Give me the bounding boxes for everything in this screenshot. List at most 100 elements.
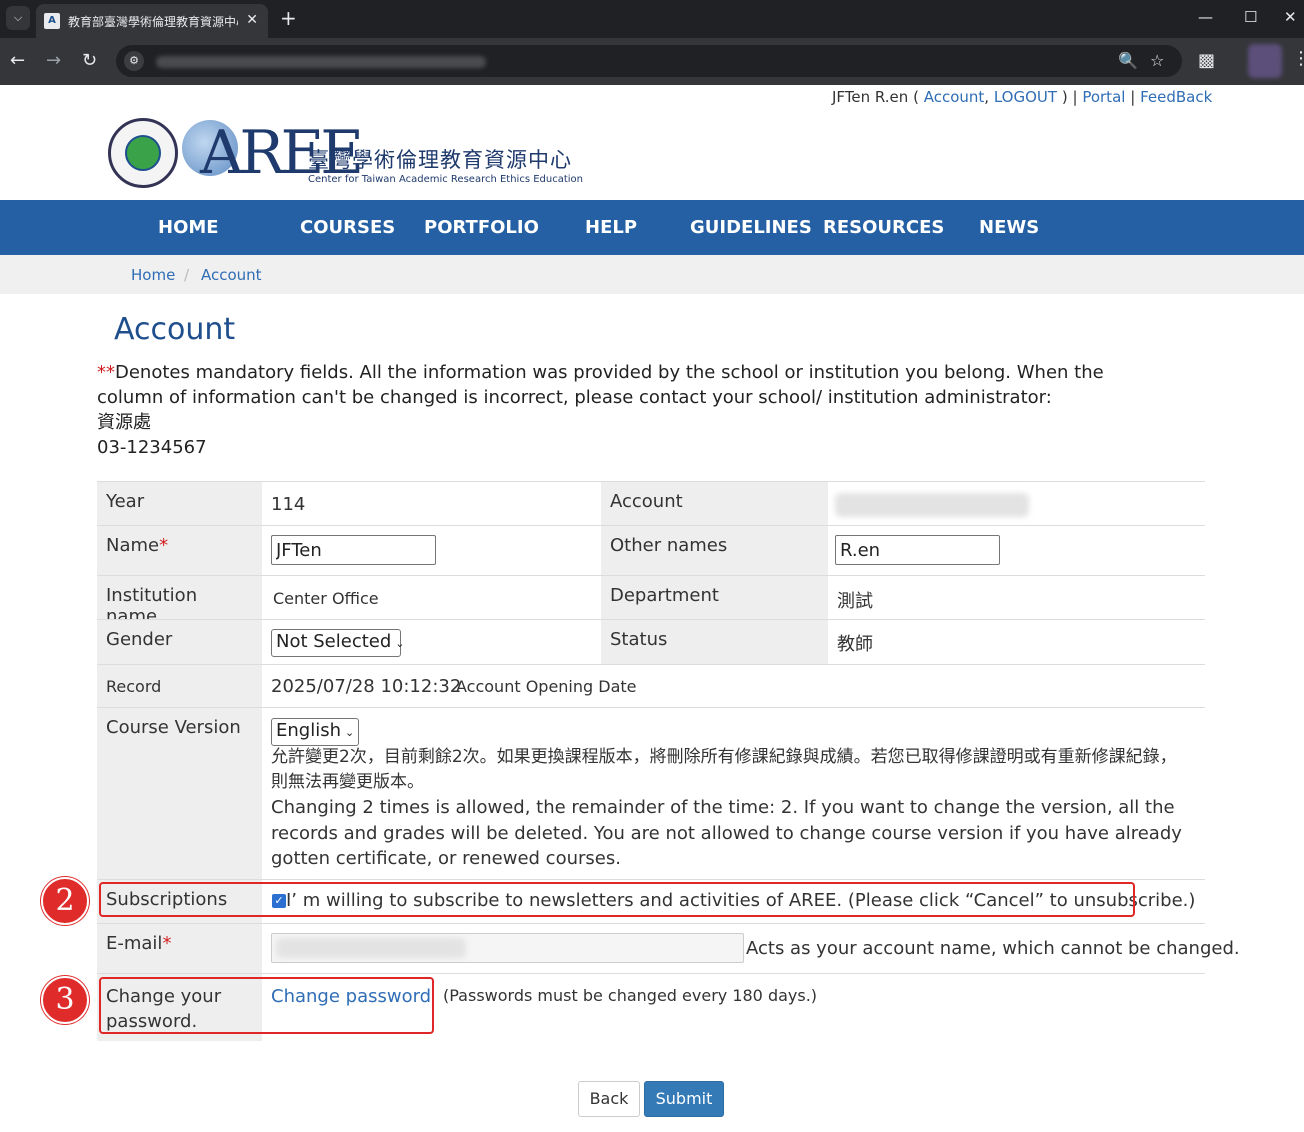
account-link[interactable]: Account xyxy=(924,88,985,106)
submit-button[interactable]: Submit xyxy=(644,1081,724,1117)
required-mark: * xyxy=(162,933,172,954)
feedback-link[interactable]: FeedBack xyxy=(1140,88,1212,106)
nav-help[interactable]: HELP xyxy=(585,217,637,238)
name-label-text: Name xyxy=(106,535,160,556)
maximize-icon[interactable]: ☐ xyxy=(1244,8,1257,26)
portal-link[interactable]: Portal xyxy=(1082,88,1125,106)
nav-guidelines[interactable]: GUIDELINES xyxy=(690,217,812,238)
profile-avatar[interactable] xyxy=(1248,44,1282,78)
mandatory-note: **Denotes mandatory fields. All the info… xyxy=(97,360,1127,460)
paren-close: ) xyxy=(1061,88,1068,106)
address-bar[interactable]: ⚙ 🔍 ☆ xyxy=(116,45,1182,77)
browser-menu-icon[interactable]: ⋮ xyxy=(1292,48,1304,69)
browser-tab-bar: ⌵ A 教育部臺灣學術倫理教育資源中心 ✕ + — ☐ ✕ xyxy=(0,0,1304,38)
browser-toolbar: ← → ↻ ⚙ 🔍 ☆ ▩ ⋮ xyxy=(0,38,1304,85)
status-label: Status xyxy=(601,620,828,664)
chevron-down-icon: ⌄ xyxy=(345,726,355,739)
year-label: Year xyxy=(97,482,262,525)
form-row-gender: Gender Not Selected ⌄ Status 教師 xyxy=(97,619,1205,664)
breadcrumb-home[interactable]: Home xyxy=(131,266,175,284)
gender-label: Gender xyxy=(97,620,262,664)
minimize-icon[interactable]: — xyxy=(1198,8,1213,26)
breadcrumb: Home / Account xyxy=(0,255,1304,294)
bookmark-star-icon[interactable]: ☆ xyxy=(1150,51,1164,70)
form-row-year: Year 114 Account xyxy=(97,481,1205,525)
browser-tab[interactable]: A 教育部臺灣學術倫理教育資源中心 ✕ xyxy=(36,4,268,38)
form-row-institution: Institution name Center Office Departmen… xyxy=(97,575,1205,627)
course-version-select[interactable]: English ⌄ xyxy=(271,718,359,746)
nav-portfolio[interactable]: PORTFOLIO xyxy=(424,217,539,238)
record-label: Record xyxy=(97,665,262,707)
breadcrumb-account[interactable]: Account xyxy=(201,266,262,284)
tab-search-button[interactable]: ⌵ xyxy=(6,6,30,30)
ministry-seal-logo xyxy=(108,118,178,188)
course-version-note-en: Changing 2 times is allowed, the remaind… xyxy=(271,797,1182,869)
email-note: Acts as your account name, which cannot … xyxy=(746,938,1240,959)
email-label-text: E-mail xyxy=(106,933,163,954)
user-bar: JFTen R.en ( Account, LOGOUT ) | Portal … xyxy=(832,88,1212,106)
record-description: Account Opening Date xyxy=(456,677,637,696)
seal-emblem xyxy=(125,135,161,171)
paren-open: ( xyxy=(913,88,919,106)
close-tab-icon[interactable]: ✕ xyxy=(246,12,258,28)
course-version-note-zh: 允許變更2次，目前剩餘2次。如果更換課程版本，將刪除所有修課紀錄與成績。若您已取… xyxy=(271,747,1177,792)
email-field-readonly xyxy=(271,933,744,963)
step-2-marker: 2 xyxy=(41,877,89,925)
site-logo[interactable]: AREE 臺灣學術倫理教育資源中心 Center for Taiwan Acad… xyxy=(108,116,588,192)
password-highlight-box xyxy=(99,977,434,1034)
step-3-marker: 3 xyxy=(41,976,89,1024)
email-label: E-mail* xyxy=(97,924,262,973)
form-row-name: Name* Other names xyxy=(97,525,1205,575)
department-label: Department xyxy=(601,576,828,619)
nav-resources[interactable]: RESOURCES xyxy=(823,217,944,238)
institution-label: Institution name xyxy=(97,576,262,627)
site-favicon-icon: A xyxy=(44,13,60,29)
site-info-icon[interactable]: ⚙ xyxy=(124,51,144,71)
close-window-icon[interactable]: ✕ xyxy=(1284,8,1297,26)
breadcrumb-separator: / xyxy=(184,266,190,284)
logo-chinese-name: 臺灣學術倫理教育資源中心 xyxy=(308,148,572,172)
separator: | xyxy=(1072,88,1078,106)
institution-value: Center Office xyxy=(273,589,379,608)
back-arrow-icon[interactable]: ← xyxy=(10,50,25,71)
email-value-redacted xyxy=(276,938,466,958)
other-names-input[interactable] xyxy=(835,535,1000,565)
comma: , xyxy=(984,88,990,106)
nav-news[interactable]: NEWS xyxy=(979,217,1039,238)
new-tab-button[interactable]: + xyxy=(280,6,297,30)
gender-selected-value: Not Selected xyxy=(276,631,392,652)
other-names-label: Other names xyxy=(601,526,828,575)
note-stars: ** xyxy=(97,362,115,383)
page-title: Account xyxy=(114,312,236,347)
name-label: Name* xyxy=(97,526,262,575)
course-version-label: Course Version xyxy=(97,708,262,879)
forward-arrow-icon[interactable]: → xyxy=(46,50,61,71)
subscriptions-highlight-box xyxy=(99,882,1135,917)
contact-phone: 03-1234567 xyxy=(97,437,207,458)
required-mark: * xyxy=(159,535,169,556)
reload-icon[interactable]: ↻ xyxy=(82,50,97,71)
url-text-blurred xyxy=(156,56,486,68)
main-navigation: HOME COURSES PORTFOLIO HELP GUIDELINES R… xyxy=(0,200,1304,255)
course-version-selected-value: English xyxy=(276,720,341,741)
account-value-redacted xyxy=(835,493,1029,517)
contact-name: 資源處 xyxy=(97,412,151,433)
gender-select[interactable]: Not Selected ⌄ xyxy=(271,629,405,657)
user-name: JFTen R.en xyxy=(832,88,909,106)
back-button[interactable]: Back xyxy=(578,1081,640,1117)
department-value: 測試 xyxy=(837,591,873,612)
name-input[interactable] xyxy=(271,535,436,565)
nav-courses[interactable]: COURSES xyxy=(300,217,395,238)
year-value: 114 xyxy=(271,494,306,515)
zoom-icon[interactable]: 🔍 xyxy=(1118,51,1138,70)
tab-title: 教育部臺灣學術倫理教育資源中心 xyxy=(68,15,238,29)
form-row-record: Record 2025/07/28 10:12:32 Account Openi… xyxy=(97,664,1205,707)
form-row-email: E-mail* Acts as your account name, which… xyxy=(97,923,1240,973)
nav-home[interactable]: HOME xyxy=(158,217,219,238)
logout-link[interactable]: LOGOUT xyxy=(994,88,1057,106)
note-text: Denotes mandatory fields. All the inform… xyxy=(97,362,1104,408)
extensions-icon[interactable]: ▩ xyxy=(1198,50,1215,71)
chevron-down-icon: ⌄ xyxy=(395,637,405,650)
record-date: 2025/07/28 10:12:32 xyxy=(271,676,462,697)
separator: | xyxy=(1130,88,1136,106)
